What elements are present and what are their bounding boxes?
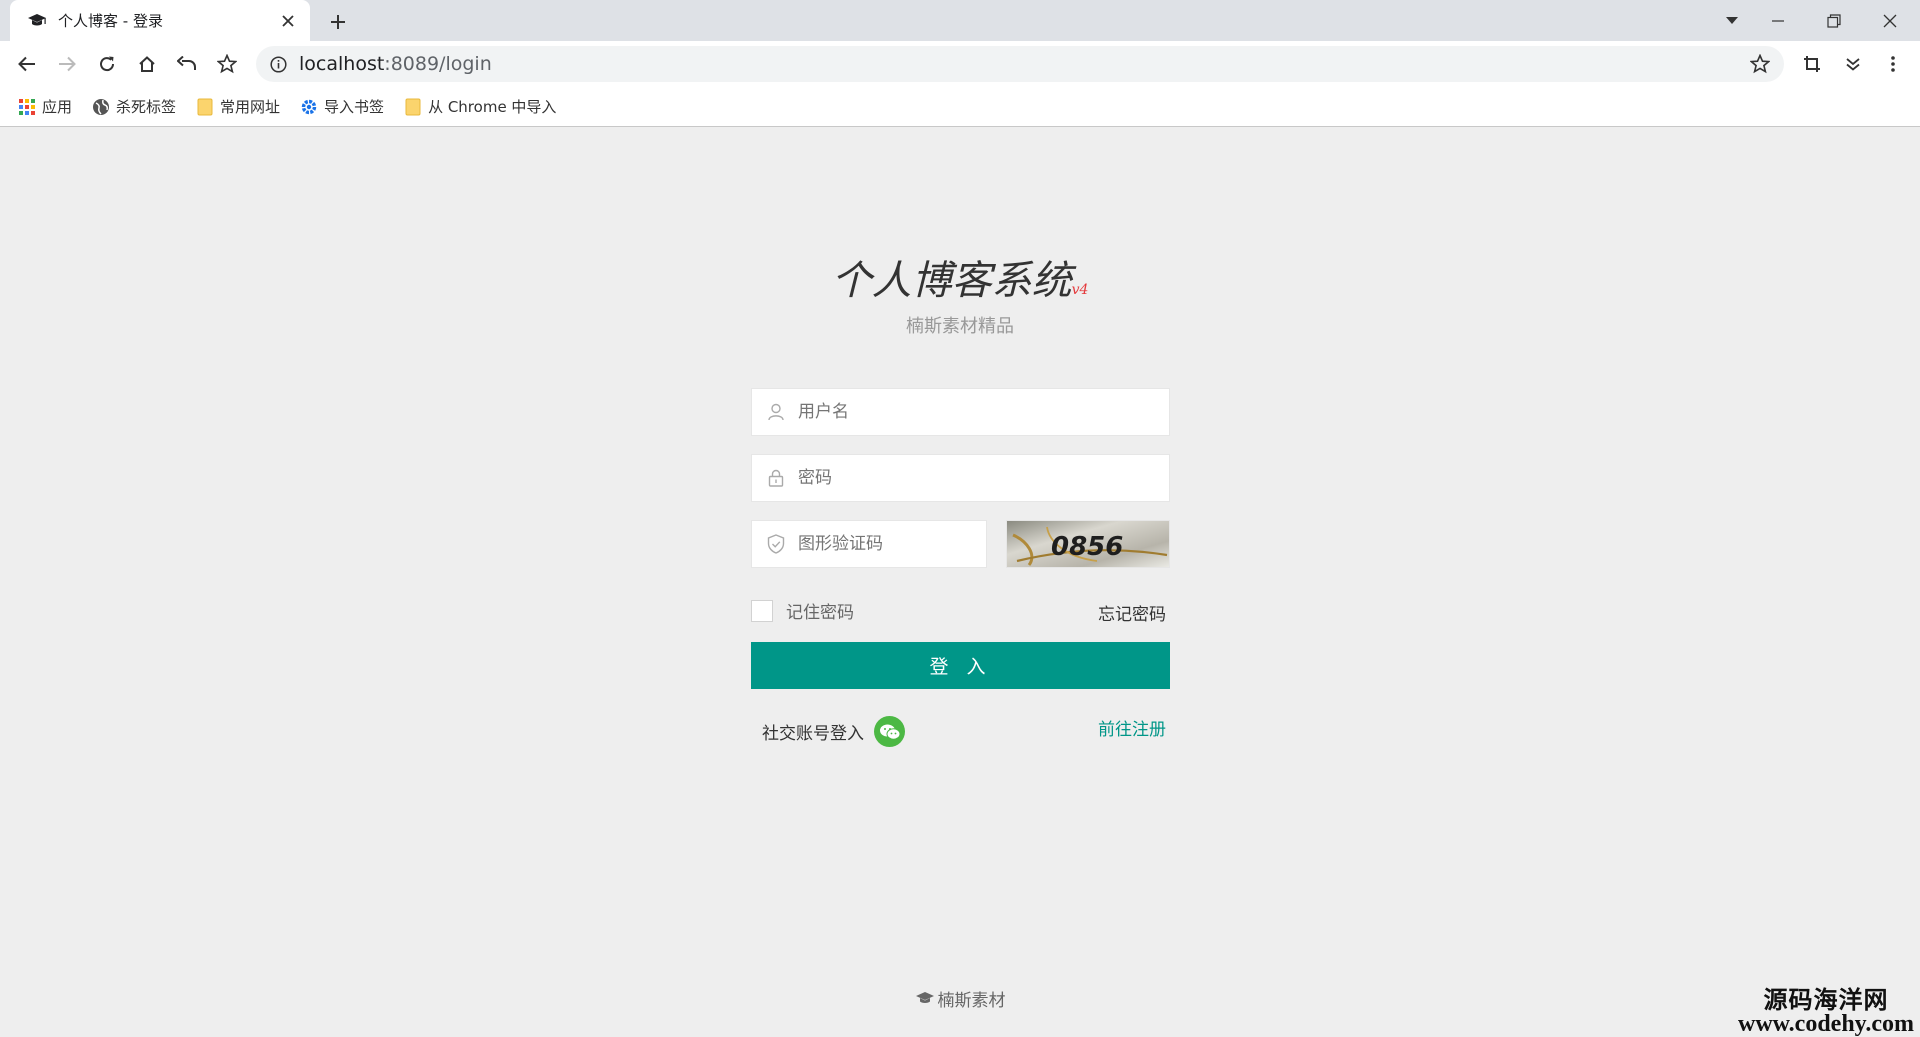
page-footer: 楠斯素材 xyxy=(0,986,1920,1011)
bookmark-apps[interactable]: 应用 xyxy=(18,96,72,117)
captcha-text: 0856 xyxy=(1051,532,1123,562)
bookmark-common-sites[interactable]: 常用网址 xyxy=(196,96,280,117)
tab-strip: 个人博客 - 登录 xyxy=(0,0,1920,41)
folder-icon xyxy=(404,98,422,116)
crop-icon[interactable] xyxy=(1797,49,1827,79)
bookmark-label: 常用网址 xyxy=(220,98,281,116)
bookmark-import-chrome[interactable]: 从 Chrome 中导入 xyxy=(404,96,556,117)
graduation-cap-icon xyxy=(915,991,935,1006)
gear-icon xyxy=(300,98,318,116)
bookmark-label: 从 Chrome 中导入 xyxy=(428,98,557,116)
login-button[interactable]: 登 入 xyxy=(751,642,1170,689)
graduation-cap-icon xyxy=(26,10,48,32)
new-tab-icon[interactable] xyxy=(324,8,352,36)
double-chevron-down-icon[interactable] xyxy=(1838,49,1868,79)
address-bar[interactable]: localhost:8089/login xyxy=(256,46,1784,82)
star-icon[interactable] xyxy=(1748,52,1772,76)
username-field[interactable] xyxy=(751,388,1170,436)
page-title: 个人博客系统v4 xyxy=(831,258,1089,304)
forgot-password-link[interactable]: 忘记密码 xyxy=(1098,600,1166,625)
back-icon[interactable] xyxy=(12,49,42,79)
browser-toolbar: localhost:8089/login xyxy=(0,41,1920,87)
bookmark-label: 应用 xyxy=(42,98,73,116)
social-login-label: 社交账号登入 xyxy=(762,724,864,744)
menu-dots-icon[interactable] xyxy=(1878,49,1908,79)
info-icon[interactable] xyxy=(270,55,287,73)
bookmark-label: 杀死标签 xyxy=(116,98,177,116)
tab-title: 个人博客 - 登录 xyxy=(58,12,163,30)
footer-text: 楠斯素材 xyxy=(937,991,1006,1011)
watermark: 源码海洋网 www.codehy.com xyxy=(1738,980,1914,1037)
bookmark-label: 导入书签 xyxy=(324,98,385,116)
url-text: localhost:8089/login xyxy=(299,53,492,75)
captcha-input[interactable] xyxy=(798,534,974,554)
password-input[interactable] xyxy=(798,468,1121,488)
home-icon[interactable] xyxy=(132,49,162,79)
reload-icon[interactable] xyxy=(92,49,122,79)
folder-icon xyxy=(196,98,214,116)
username-input[interactable] xyxy=(798,402,1121,422)
restore-icon[interactable] xyxy=(1806,0,1862,41)
social-login: 社交账号登入 xyxy=(762,716,905,747)
page-subtitle: 楠斯素材精品 xyxy=(906,316,1014,337)
watermark-title: 源码海洋网 xyxy=(1763,988,1889,1014)
undo-icon[interactable] xyxy=(172,49,202,79)
shield-icon xyxy=(766,534,786,554)
captcha-field[interactable] xyxy=(751,520,987,568)
close-window-icon[interactable] xyxy=(1862,0,1918,41)
forward-icon[interactable] xyxy=(52,49,82,79)
globe-icon xyxy=(92,98,110,116)
remember-password[interactable]: 记住密码 xyxy=(751,598,854,623)
close-tab-icon[interactable] xyxy=(278,11,298,31)
active-tab[interactable]: 个人博客 - 登录 xyxy=(10,0,310,41)
remember-label: 记住密码 xyxy=(786,603,854,623)
apps-grid-icon xyxy=(18,98,36,116)
remember-checkbox[interactable] xyxy=(751,599,773,622)
minimize-icon[interactable] xyxy=(1750,0,1806,41)
captcha-image[interactable]: 0856 xyxy=(1006,520,1170,568)
bookmark-kill-tabs[interactable]: 杀死标签 xyxy=(92,96,176,117)
version-badge: v4 xyxy=(1071,282,1089,298)
register-link[interactable]: 前往注册 xyxy=(1098,715,1166,740)
lock-icon xyxy=(766,468,786,488)
bookmark-import[interactable]: 导入书签 xyxy=(300,96,384,117)
bookmarks-bar: 应用 杀死标签 常用网址 导入书签 从 Chrome 中导入 xyxy=(0,87,1920,127)
watermark-url: www.codehy.com xyxy=(1738,1011,1914,1037)
bookmark-star-icon[interactable] xyxy=(212,49,242,79)
password-field[interactable] xyxy=(751,454,1170,502)
wechat-icon[interactable] xyxy=(874,716,905,747)
user-icon xyxy=(766,402,786,422)
